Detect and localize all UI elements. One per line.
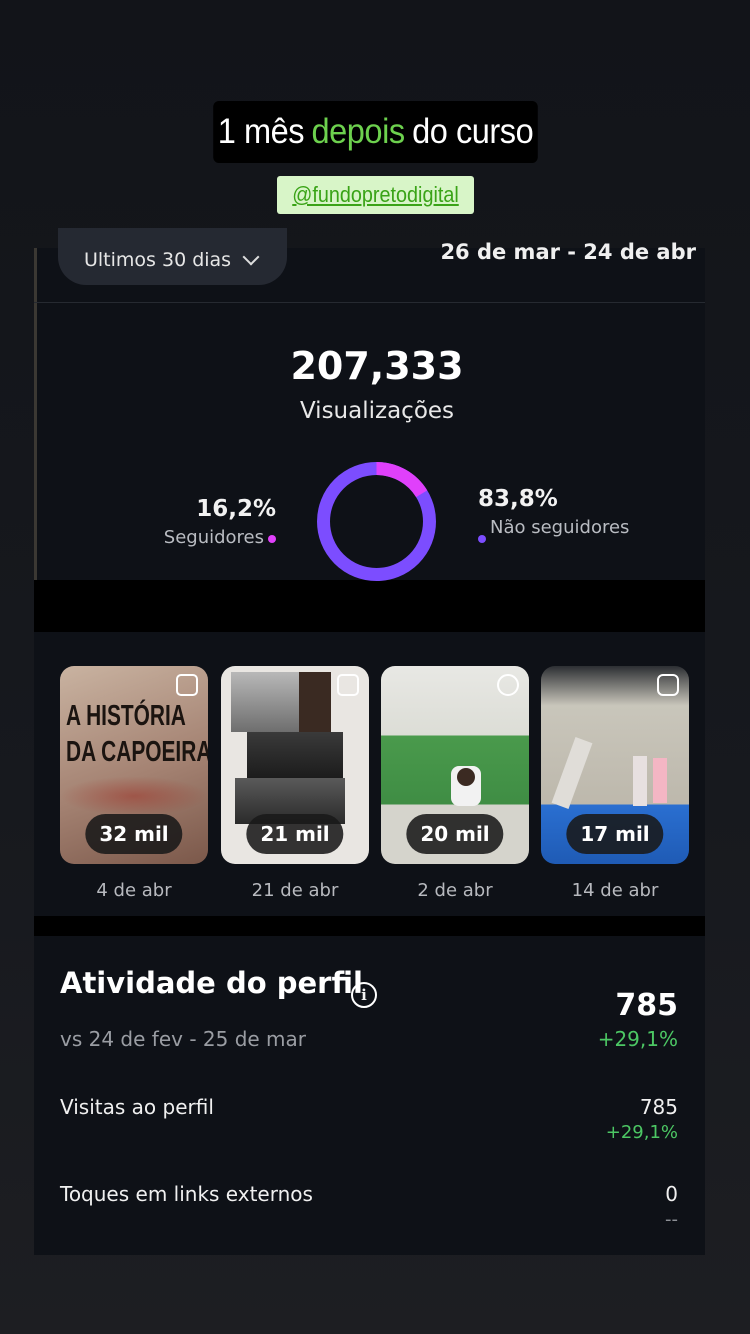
story-title-part1: 1 mês: [217, 112, 305, 151]
metric-value-external-links: 0: [665, 1182, 678, 1206]
metric-label-profile-visits: Visitas ao perfil: [60, 1095, 214, 1119]
activity-change: +29,1%: [597, 1027, 678, 1051]
thumbnail-title: A HISTÓRIA DA CAPOEIRA: [66, 700, 208, 768]
story-title: 1 mês depois do curso: [213, 101, 538, 163]
post-date: 4 de abr: [96, 880, 172, 901]
thumbnail-person: [551, 737, 593, 809]
followers-label: Seguidores: [163, 527, 264, 548]
metric-change-profile-visits: +29,1%: [605, 1122, 678, 1143]
date-range-dropdown[interactable]: Ultimos 30 dias: [58, 228, 287, 285]
post-date: 2 de abr: [417, 880, 493, 901]
non-followers-legend-dot: [478, 535, 486, 543]
thumbnail-person: [633, 756, 647, 806]
thumbnail-person: [457, 768, 475, 786]
profile-activity-title: Atividade do perfil: [60, 966, 363, 1000]
followers-legend-dot: [268, 535, 276, 543]
date-range-text: 26 de mar - 24 de abr: [440, 240, 696, 264]
metric-label-external-links: Toques em links externos: [60, 1182, 313, 1206]
chevron-down-icon: [242, 248, 260, 265]
story-title-part2: do curso: [412, 112, 534, 151]
section-separator: [34, 916, 705, 936]
thumbnail-photo: [299, 672, 331, 732]
views-label: Visualizações: [299, 398, 455, 424]
date-range-dropdown-label: Ultimos 30 dias: [84, 248, 232, 271]
non-followers-label: Não seguidores: [490, 517, 630, 538]
compare-period: vs 24 de fev - 25 de mar: [60, 1027, 307, 1051]
post-views-badge: 32 mil: [85, 814, 183, 854]
story-title-highlight: depois: [311, 112, 406, 151]
views-total: 207,333: [290, 344, 464, 388]
thumbnail-photo: [247, 732, 343, 778]
top-post-thumbnail[interactable]: 17 mil: [541, 666, 689, 864]
followers-percent: 16,2%: [196, 496, 276, 522]
post-icon: [337, 674, 359, 696]
post-views-badge: 21 mil: [246, 814, 344, 854]
post-views-badge: 20 mil: [406, 814, 504, 854]
info-icon[interactable]: i: [351, 982, 377, 1008]
mention-handle: @fundopretodigital: [292, 182, 459, 207]
mention-sticker[interactable]: @fundopretodigital: [277, 176, 474, 214]
post-views-badge: 17 mil: [566, 814, 664, 854]
reel-icon: [497, 674, 519, 696]
divider: [34, 302, 705, 303]
thumbnail-person: [653, 758, 667, 803]
top-post-thumbnail[interactable]: 21 mil: [221, 666, 369, 864]
metric-value-profile-visits: 785: [639, 1095, 678, 1119]
post-date: 14 de abr: [571, 880, 659, 901]
thumbnail-photo: [231, 672, 306, 732]
top-post-thumbnail[interactable]: A HISTÓRIA DA CAPOEIRA 32 mil: [60, 666, 208, 864]
non-followers-percent: 83,8%: [478, 486, 558, 512]
reel-icon: [657, 674, 679, 696]
post-date: 21 de abr: [251, 880, 339, 901]
post-icon: [176, 674, 198, 696]
section-separator: [34, 580, 705, 632]
metric-change-external-links: --: [665, 1209, 678, 1230]
activity-total: 785: [615, 988, 678, 1023]
followers-donut-chart: [317, 462, 436, 581]
thumbnail-art: [60, 776, 208, 816]
top-post-thumbnail[interactable]: 20 mil: [381, 666, 529, 864]
